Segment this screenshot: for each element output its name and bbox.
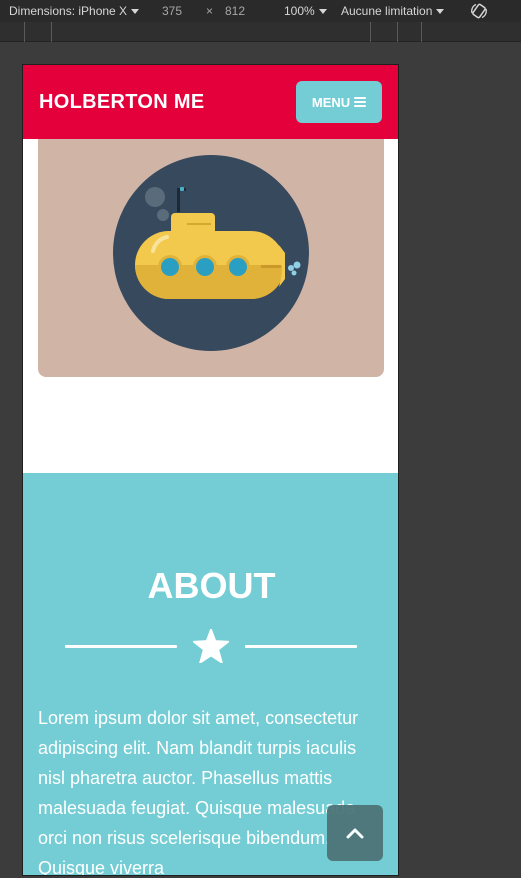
rotate-icon[interactable] xyxy=(470,2,488,20)
menu-button-label: MENU xyxy=(311,94,351,110)
divider-line xyxy=(245,645,357,648)
ruler-tick xyxy=(24,22,25,42)
device-select[interactable]: Dimensions: iPhone X xyxy=(9,4,140,18)
divider-line xyxy=(65,645,177,648)
site-header: HOLBERTON ME MENU xyxy=(23,65,398,139)
throttle-label: Aucune limitation xyxy=(341,4,433,18)
scroll-top-button[interactable] xyxy=(327,805,383,861)
chevron-down-icon xyxy=(318,9,327,15)
ruler-tick xyxy=(370,22,371,42)
media-query-ruler xyxy=(0,22,521,42)
chevron-down-icon xyxy=(436,9,445,15)
star-icon xyxy=(193,629,229,663)
device-viewport: HOLBERTON ME MENU ABOUT Lorem ipsum dolo… xyxy=(22,64,399,876)
ruler-tick xyxy=(421,22,422,42)
ruler-tick xyxy=(397,22,398,42)
chevron-up-icon xyxy=(346,828,364,839)
device-toolbar: Dimensions: iPhone X 375 × 812 100% Aucu… xyxy=(0,0,521,22)
section-divider xyxy=(65,629,357,663)
site-brand[interactable]: HOLBERTON ME xyxy=(39,91,204,114)
zoom-select[interactable]: 100% xyxy=(284,4,327,18)
hero-image-card xyxy=(38,139,384,377)
about-title: ABOUT xyxy=(147,565,276,606)
submarine-illustration xyxy=(113,155,309,351)
throttle-select[interactable]: Aucune limitation xyxy=(341,4,445,18)
menu-button[interactable]: MENU xyxy=(296,81,382,123)
zoom-label: 100% xyxy=(284,4,315,18)
device-select-label: Dimensions: iPhone X xyxy=(9,4,128,18)
dimension-times: × xyxy=(206,4,214,18)
hamburger-icon xyxy=(354,97,367,107)
chevron-down-icon xyxy=(131,9,140,15)
ruler-tick xyxy=(51,22,52,42)
height-input[interactable]: 812 xyxy=(225,4,245,18)
width-input[interactable]: 375 xyxy=(162,4,182,18)
